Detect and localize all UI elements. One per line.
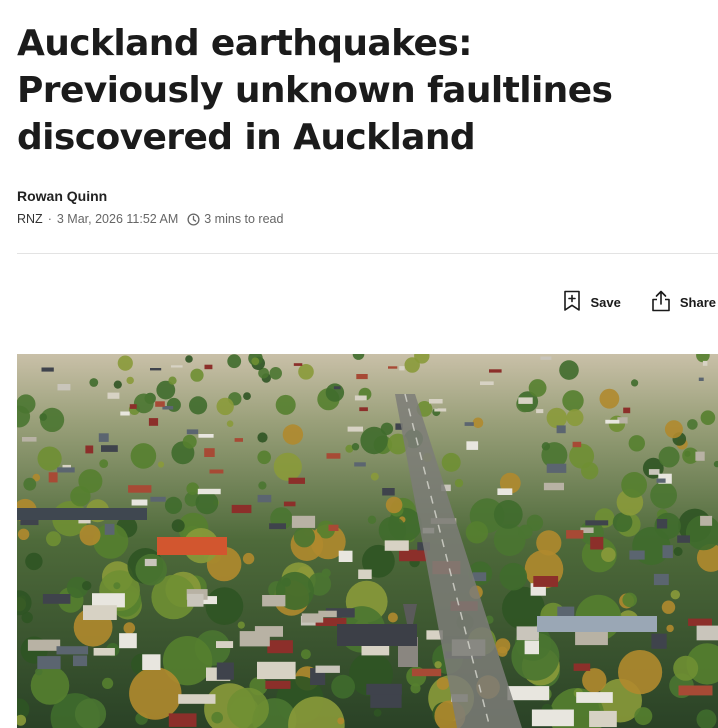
author-name[interactable]: Rowan Quinn: [17, 188, 107, 204]
article-headline: Auckland earthquakes: Previously unknown…: [17, 23, 613, 158]
source-label[interactable]: RNZ: [17, 212, 43, 226]
hero-image: [17, 354, 718, 728]
meta-separator: ·: [47, 212, 52, 226]
read-time: 3 mins to read: [204, 212, 284, 226]
article: Auckland earthquakes: Previously unknown…: [0, 0, 718, 728]
publish-date: 3 Mar, 2026 11:52 AM: [56, 212, 179, 226]
save-button-label: Save: [590, 295, 621, 310]
header-divider: [17, 253, 718, 254]
share-icon: [651, 290, 671, 315]
share-button[interactable]: Share: [651, 290, 716, 315]
bookmark-plus-icon: [563, 290, 581, 315]
share-button-label: Share: [679, 295, 716, 310]
save-button[interactable]: Save: [563, 290, 621, 315]
article-meta: RNZ · 3 Mar, 2026 11:52 AM 3 mins to rea…: [17, 212, 283, 226]
article-actions: Save Share: [563, 290, 716, 315]
clock-icon: [187, 212, 200, 226]
